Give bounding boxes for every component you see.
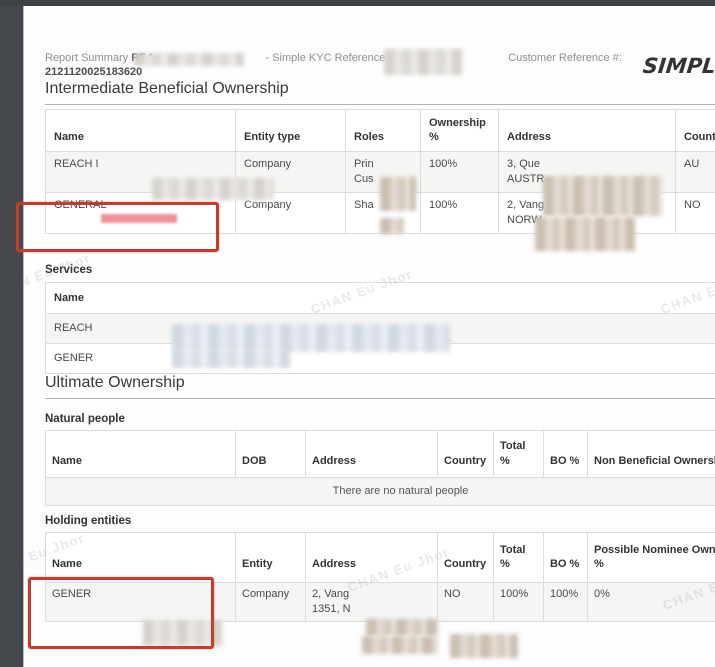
table-header-row: Name Entity type Roles Ownership % Addre… [46,109,715,152]
highlight-box-holding-name-column [28,577,214,649]
col-possible-nominee: Possible Nominee Ownership % [588,532,715,583]
section-title-ultimate-ownership: Ultimate Ownership [45,374,715,399]
logo-text-simple: SIMPLE [642,54,715,78]
col-bo: BO % [544,431,588,478]
col-dob: DOB [236,431,306,478]
simplekyc-logo: SIMPLEKYC [642,54,715,78]
pink-redaction-bar [101,214,177,223]
col-entity-type: Entity type [236,109,346,152]
report-summary-label: Report Summary [45,52,128,64]
col-name: Name [46,282,715,314]
col-ownership: Ownership % [421,109,499,152]
col-country: Country [676,109,715,152]
col-bo: BO % [544,532,588,583]
redaction-blur [384,49,462,75]
cell-country: AU [676,152,715,193]
cell-bo: 100% [544,583,588,622]
table-header-row: Name [46,282,715,314]
col-address: Address [499,109,676,152]
highlight-box-intermediate-general-row [16,202,219,252]
redaction-blur [366,619,438,636]
redaction-blur [380,218,404,234]
col-name: Name [46,431,236,478]
redaction-blur [152,178,274,200]
customer-reference-label: Customer Reference #: [508,52,622,64]
redaction-blur [172,324,450,352]
natural-people-table: Name DOB Address Country Total % BO % No… [45,430,715,506]
cell-entity: Company [236,583,306,622]
col-roles: Roles [346,109,421,152]
section-title-intermediate-beneficial-ownership: Intermediate Beneficial Ownership [45,80,715,105]
cell-country: NO [438,583,494,622]
kyc-reference-label: - Simple KYC Reference #: [266,52,398,64]
subsection-title-natural-people: Natural people [45,413,715,425]
redaction-blur [535,217,635,251]
col-non-beneficial: Non Beneficial Ownership % [588,431,715,478]
col-address: Address [306,431,438,478]
col-name: Name [46,532,236,583]
redaction-blur [543,176,663,216]
col-address: Address [306,532,438,583]
cell-address: 2, Vang 1351, N [306,583,438,622]
redaction-blur [134,53,244,66]
redaction-blur [380,177,416,211]
subsection-title-services: Services [45,264,715,276]
empty-message: There are no natural people [46,477,715,505]
col-country: Country [438,431,494,478]
col-entity: Entity [236,532,306,583]
redaction-blur [172,350,290,368]
table-header-row: Name DOB Address Country Total % BO % No… [46,431,715,478]
window-top-bar [0,0,715,6]
cell-nominee: 0% [588,583,715,622]
scan-left-edge [0,0,23,667]
cell-country: NO [676,192,715,233]
col-name: Name [46,109,236,152]
redaction-blur [450,634,518,658]
redaction-blur [362,636,438,654]
col-total: Total % [494,431,544,478]
table-header-row: Name Entity Address Country Total % BO %… [46,532,715,583]
cell-total: 100% [494,583,544,622]
col-total: Total % [494,532,544,583]
col-country: Country [438,532,494,583]
kyc-reference-number: 2121120025183620 [45,66,715,80]
cell-ownership: 100% [421,152,499,193]
empty-state-row: There are no natural people [46,477,715,505]
cell-ownership: 100% [421,192,499,233]
subsection-title-holding-entities: Holding entities [45,515,715,527]
